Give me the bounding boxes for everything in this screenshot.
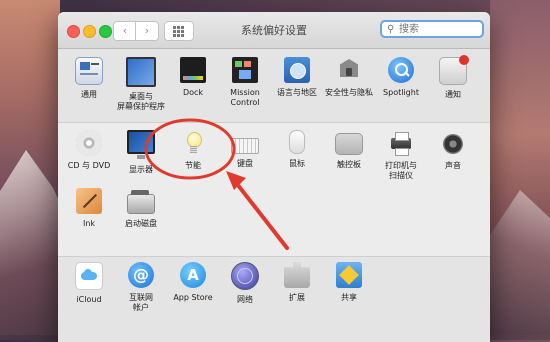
pref-label: 扩展 [289, 293, 305, 302]
internet-accounts-icon: @ [128, 262, 154, 288]
pref-icloud[interactable]: iCloud [64, 262, 114, 305]
pref-trackpad[interactable]: 触控板 [324, 130, 374, 170]
ink-icon [76, 188, 102, 214]
spotlight-icon [388, 57, 414, 83]
pref-label: 键盘 [237, 159, 253, 168]
pref-label: 声音 [445, 161, 461, 170]
title-bar: ‹ › 系统偏好设置 ⚲ [58, 12, 490, 49]
dock-icon [180, 57, 206, 83]
pref-spotlight[interactable]: Spotlight [376, 57, 426, 98]
pref-cd-dvd[interactable]: CD 与 DVD [64, 130, 114, 171]
search-input[interactable] [399, 22, 479, 36]
pref-label: 启动磁盘 [125, 219, 157, 228]
pref-label: Spotlight [383, 88, 419, 97]
pref-sound[interactable]: 声音 [428, 130, 478, 171]
cd-dvd-icon [76, 130, 102, 156]
printers-scanners-icon [388, 130, 414, 156]
desktop-screensaver-icon [126, 57, 156, 87]
pref-printers[interactable]: 打印机与 扫描仪 [376, 130, 426, 181]
pref-label: 触控板 [337, 160, 361, 169]
pref-label: 打印机与 扫描仪 [385, 161, 417, 180]
notifications-icon [439, 55, 469, 85]
pref-keyboard[interactable]: 键盘 [220, 130, 270, 169]
energy-saver-icon [180, 130, 206, 156]
pref-language[interactable]: 语言与地区 [272, 57, 322, 98]
pref-desktop[interactable]: 桌面与 屏幕保护程序 [116, 57, 166, 112]
keyboard-icon [231, 138, 259, 154]
pref-label: 共享 [341, 293, 357, 302]
pref-label: 通知 [445, 90, 461, 99]
pref-startup-disk[interactable]: 启动磁盘 [116, 188, 166, 229]
sharing-icon [336, 262, 362, 288]
mission-control-icon [232, 57, 258, 83]
pref-label: 桌面与 屏幕保护程序 [117, 92, 165, 111]
pref-label: 语言与地区 [277, 88, 317, 97]
pref-dock[interactable]: Dock [168, 57, 218, 98]
pref-label: Mission Control [230, 88, 260, 107]
pref-label: 安全性与隐私 [325, 88, 373, 97]
startup-disk-icon [127, 190, 155, 214]
displays-icon [127, 130, 155, 159]
pref-mouse[interactable]: 鼠标 [272, 130, 322, 169]
pref-security[interactable]: 安全性与隐私 [324, 57, 374, 98]
pref-label: 显示器 [129, 165, 153, 174]
trackpad-icon [335, 133, 363, 155]
pref-label: 通用 [81, 90, 97, 99]
pref-energy-saver[interactable]: 节能 [168, 130, 218, 171]
pref-label: 鼠标 [289, 159, 305, 168]
pref-sharing[interactable]: 共享 [324, 262, 374, 303]
system-preferences-window: ‹ › 系统偏好设置 ⚲ 通用 桌面与 屏幕保护程序 Dock [58, 12, 490, 342]
app-store-icon: A [180, 262, 206, 288]
magnifier-icon: ⚲ [387, 24, 395, 35]
pref-label: 节能 [185, 161, 201, 170]
security-privacy-icon [336, 57, 362, 83]
mouse-icon [289, 130, 305, 154]
network-icon [231, 262, 259, 290]
pref-label: 互联网 帐户 [129, 293, 153, 312]
pref-app-store[interactable]: A App Store [168, 262, 218, 303]
pref-internet-accounts[interactable]: @ 互联网 帐户 [116, 262, 166, 313]
extensions-icon [284, 262, 310, 288]
pref-notifications[interactable]: 通知 [428, 55, 478, 100]
icloud-icon [75, 262, 103, 290]
general-icon [75, 57, 103, 85]
pref-label: CD 与 DVD [67, 161, 111, 170]
pref-label: iCloud [76, 295, 102, 304]
pref-displays[interactable]: 显示器 [116, 130, 166, 175]
pref-network[interactable]: 网络 [220, 262, 270, 305]
search-field[interactable]: ⚲ [380, 20, 484, 38]
pref-label: Dock [182, 88, 204, 97]
sound-icon [440, 130, 466, 156]
pref-mission-control[interactable]: Mission Control [220, 57, 270, 108]
pref-label: 网络 [237, 295, 253, 304]
pref-label: App Store [173, 293, 213, 302]
pref-label: Ink [82, 219, 96, 228]
pref-ink[interactable]: Ink [64, 188, 114, 229]
pref-general[interactable]: 通用 [64, 57, 114, 100]
language-region-icon [284, 57, 310, 83]
pref-extensions[interactable]: 扩展 [272, 262, 322, 303]
